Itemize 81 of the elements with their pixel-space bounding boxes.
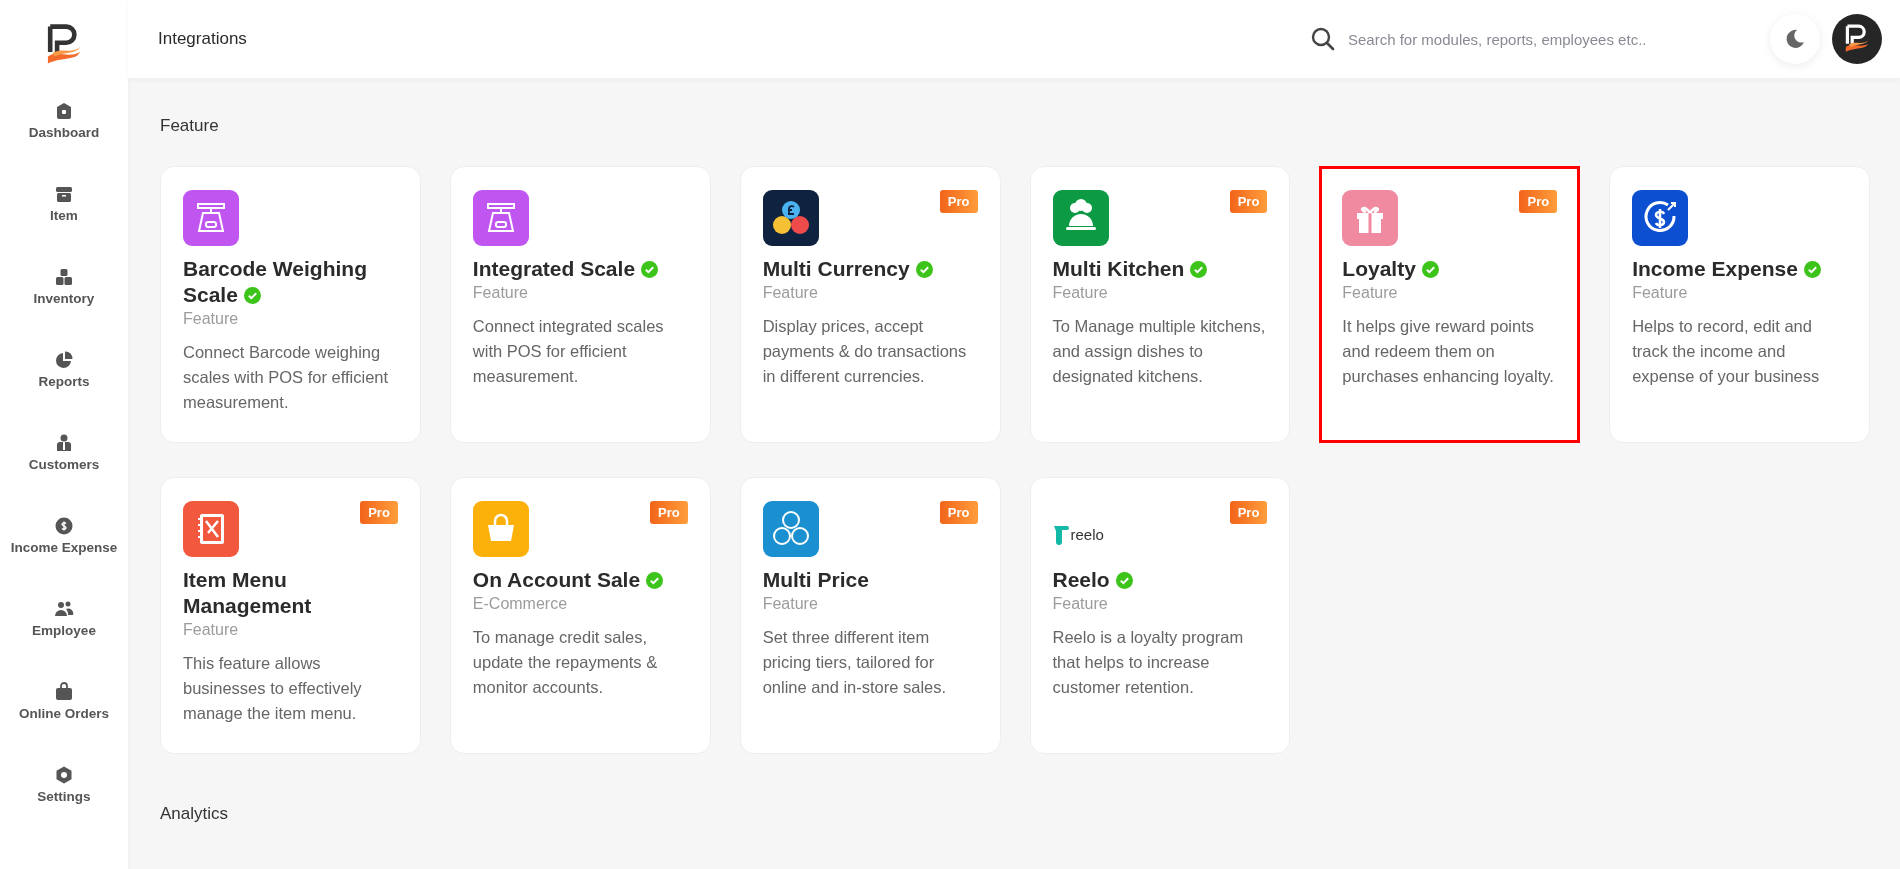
- sidebar-item[interactable]: Settings: [6, 746, 122, 822]
- pro-badge: Pro: [939, 190, 978, 213]
- card-category: Feature: [762, 284, 819, 302]
- card-description: Display prices, accept payments & do transactions in different currencies.: [762, 316, 968, 387]
- nav-icon: [54, 681, 74, 702]
- integration-card[interactable]: Pro Multi Price Feature Set three different item pricing tiers, tailored for online and in-store sales.: [739, 477, 1001, 754]
- card-category: Feature: [1052, 595, 1109, 613]
- shopping-bag-icon: [472, 501, 529, 557]
- card-category: Feature: [762, 595, 819, 613]
- card-description: Helps to record, edit and track the income and expense of your business: [1632, 316, 1821, 387]
- card-title: Integrated Scale: [472, 256, 688, 282]
- sidebar-item[interactable]: Inventory: [6, 248, 122, 324]
- search-icon: [1310, 26, 1336, 52]
- card-category: Feature: [1632, 284, 1689, 302]
- scale-icon: [183, 190, 239, 246]
- logo-wordmark: reelo: [1070, 525, 1104, 543]
- card-category: E-Commerce: [472, 595, 569, 613]
- section-heading: Analytics: [160, 804, 230, 824]
- card-description: This feature allows businesses to effectively manage the item menu.: [183, 653, 363, 724]
- card-title: Loyalty: [1342, 256, 1558, 282]
- integration-card[interactable]: Pro Item Menu Management Feature This feature allows businesses to effectively manage the item menu.: [160, 477, 421, 754]
- sidebar-item[interactable]: Income Expense: [6, 497, 122, 573]
- card-title: Reelo: [1052, 567, 1268, 593]
- menu-book-icon: [183, 501, 239, 557]
- integration-card[interactable]: Income Expense Feature Helps to record, edit and track the income and expense of your business: [1609, 166, 1870, 443]
- card-category: Feature: [1052, 284, 1109, 302]
- page-title: Integrations: [158, 29, 248, 49]
- card-title: Multi Price: [762, 567, 870, 593]
- card-title: Item Menu Management: [183, 567, 313, 619]
- search-field[interactable]: Search for modules, reports, employees etc..: [1346, 29, 1750, 49]
- nav-icon: [54, 100, 74, 121]
- currency-coins-icon: [762, 190, 819, 246]
- card-title: Multi Currency: [762, 256, 978, 282]
- pro-badge: Pro: [1229, 501, 1268, 524]
- integration-card[interactable]: Pro Multi Kitchen Feature To Manage multiple kitchens, and assign dishes to designated kitchens.: [1029, 166, 1291, 443]
- card-title: On Account Sale: [472, 567, 688, 593]
- integration-card[interactable]: Pro Loyalty Feature It helps give reward points and redeem them on purchases enhancing loyalty.: [1319, 166, 1581, 443]
- pro-badge: Pro: [360, 501, 398, 524]
- nav-icon: [54, 266, 74, 287]
- pro-badge: Pro: [650, 501, 688, 524]
- card-description: To Manage multiple kitchens, and assign dishes to designated kitchens.: [1052, 316, 1267, 387]
- card-category: Feature: [183, 621, 240, 639]
- sidebar-item[interactable]: Reports: [6, 331, 122, 407]
- nav-icon: [54, 349, 74, 370]
- card-description: To manage credit sales, update the repayments & monitor accounts.: [472, 627, 659, 698]
- integration-card[interactable]: reelo Pro Reelo Feature Reelo is a loyalty program that helps to increase customer retention.: [1029, 477, 1291, 754]
- sidebar-item[interactable]: Online Orders: [6, 663, 122, 739]
- integration-card[interactable]: Pro On Account Sale E-Commerce To manage credit sales, update the repayments & monitor accounts.: [449, 477, 711, 754]
- card-description: Reelo is a loyalty program that helps to increase customer retention.: [1052, 627, 1245, 698]
- nav-icon: [54, 432, 74, 453]
- nav-icon: [54, 764, 74, 785]
- card-category: Feature: [1342, 284, 1399, 302]
- integration-card[interactable]: Integrated Scale Feature Connect integrated scales with POS for efficient measurement.: [449, 166, 711, 443]
- pro-badge: Pro: [939, 501, 978, 524]
- sidebar-item[interactable]: Item: [6, 165, 122, 241]
- pro-badge: Pro: [1519, 190, 1558, 213]
- card-category: Feature: [472, 284, 529, 302]
- card-title: Income Expense: [1632, 256, 1847, 282]
- scale-icon: [472, 190, 529, 246]
- sidebar-item[interactable]: Dashboard: [6, 82, 122, 158]
- dollar-cycle-icon: [1632, 190, 1689, 246]
- profile-avatar[interactable]: [1832, 14, 1882, 64]
- card-description: It helps give reward points and redeem them on purchases enhancing loyalty.: [1342, 316, 1555, 387]
- dollar-coins-icon: [762, 501, 819, 557]
- moon-icon: [1784, 28, 1806, 50]
- integration-card[interactable]: Barcode Weighing Scale Feature Connect Barcode weighing scales with POS for efficient measurement.: [160, 166, 421, 443]
- card-category: Feature: [183, 310, 240, 328]
- card-description: Connect integrated scales with POS for efficient measurement.: [472, 316, 665, 387]
- gift-icon: [1342, 190, 1399, 246]
- reelo-logo-icon: [1052, 523, 1069, 545]
- pro-badge: Pro: [1229, 190, 1268, 213]
- card-description: Connect Barcode weighing scales with POS for efficient measurement.: [183, 342, 390, 413]
- nav-icon: [54, 515, 74, 536]
- cloche-chef-icon: [1052, 190, 1109, 246]
- card-title: Multi Kitchen: [1052, 256, 1268, 282]
- card-description: Set three different item pricing tiers, tailored for online and in-store sales.: [762, 627, 948, 698]
- card-title: Barcode Weighing Scale: [183, 256, 368, 308]
- sidebar-item[interactable]: Customers: [6, 414, 122, 490]
- sidebar-item[interactable]: Employee: [6, 580, 122, 656]
- integration-card[interactable]: Pro Multi Currency Feature Display prices, accept payments & do transactions in different currencies.: [739, 166, 1001, 443]
- section-heading: Feature: [160, 116, 220, 136]
